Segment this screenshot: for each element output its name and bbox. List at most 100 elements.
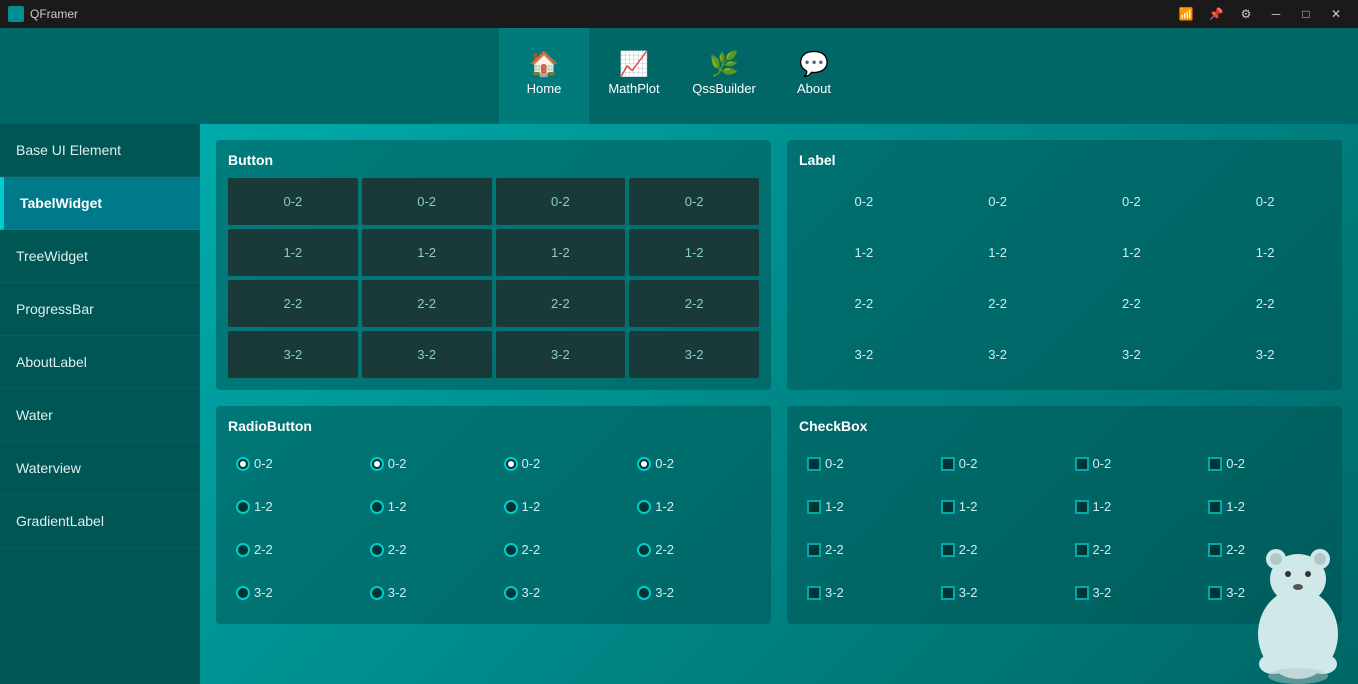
radio-button-item[interactable]: 2-2 (362, 530, 492, 569)
checkbox-box-icon (1075, 543, 1089, 557)
checkbox-item[interactable]: 2-2 (1067, 530, 1197, 569)
sidebar-item-gradientlabel[interactable]: GradientLabel (0, 495, 200, 548)
radio-button-item[interactable]: 2-2 (629, 530, 759, 569)
wifi-icon[interactable]: 📶 (1172, 4, 1200, 24)
checkbox-box-icon (1208, 586, 1222, 600)
minimize-button[interactable]: ─ (1262, 4, 1290, 24)
radio-circle-icon (504, 457, 518, 471)
radio-button-item[interactable]: 3-2 (496, 573, 626, 612)
radio-button-item[interactable]: 0-2 (629, 444, 759, 483)
button-grid: 0-20-20-20-21-21-21-21-22-22-22-22-23-23… (228, 178, 759, 378)
list-item: 1-2 (1200, 229, 1330, 276)
radio-button-item[interactable]: 3-2 (629, 573, 759, 612)
radio-button-item[interactable]: 0-2 (228, 444, 358, 483)
radio-button-item[interactable]: 1-2 (496, 487, 626, 526)
list-item: 2-2 (1067, 280, 1197, 327)
sidebar-item-waterview[interactable]: Waterview (0, 442, 200, 495)
radio-label: 2-2 (254, 542, 273, 557)
table-row[interactable]: 2-2 (362, 280, 492, 327)
table-row[interactable]: 3-2 (362, 331, 492, 378)
close-button[interactable]: ✕ (1322, 4, 1350, 24)
radio-button-item[interactable]: 3-2 (362, 573, 492, 612)
checkbox-item[interactable]: 0-2 (1067, 444, 1197, 483)
toolbar-about-label: About (797, 81, 831, 96)
sidebar-item-tabelwidget[interactable]: TabelWidget (0, 177, 200, 230)
radio-button-item[interactable]: 1-2 (362, 487, 492, 526)
list-item: 3-2 (933, 331, 1063, 378)
checkbox-item[interactable]: 3-2 (933, 573, 1063, 612)
checkbox-section-title: CheckBox (799, 418, 1330, 434)
radio-label: 1-2 (522, 499, 541, 514)
checkbox-item[interactable]: 0-2 (799, 444, 929, 483)
table-row[interactable]: 2-2 (496, 280, 626, 327)
table-row[interactable]: 2-2 (629, 280, 759, 327)
radio-circle-icon (637, 457, 651, 471)
sidebar-item-progressbar[interactable]: ProgressBar (0, 283, 200, 336)
toolbar-home-label: Home (527, 81, 562, 96)
checkbox-label: 0-2 (1226, 456, 1245, 471)
table-row[interactable]: 1-2 (496, 229, 626, 276)
checkbox-item[interactable]: 0-2 (933, 444, 1063, 483)
radio-button-item[interactable]: 1-2 (228, 487, 358, 526)
toolbar-home[interactable]: 🏠 Home (499, 28, 589, 124)
toolbar-mathplot[interactable]: 📈 MathPlot (589, 28, 679, 124)
label-section: Label 0-20-20-20-21-21-21-21-22-22-22-22… (787, 140, 1342, 390)
checkbox-item[interactable]: 3-2 (1067, 573, 1197, 612)
checkbox-box-icon (1075, 457, 1089, 471)
table-row[interactable]: 0-2 (362, 178, 492, 225)
checkbox-box-icon (1208, 543, 1222, 557)
toolbar-qssbuilder[interactable]: 🌿 QssBuilder (679, 28, 769, 124)
table-row[interactable]: 3-2 (496, 331, 626, 378)
checkbox-item[interactable]: 1-2 (933, 487, 1063, 526)
checkbox-item[interactable]: 2-2 (799, 530, 929, 569)
radio-button-item[interactable]: 1-2 (629, 487, 759, 526)
titlebar-title: QFramer (30, 7, 78, 21)
radio-button-item[interactable]: 0-2 (362, 444, 492, 483)
radio-button-item[interactable]: 0-2 (496, 444, 626, 483)
checkbox-item[interactable]: 1-2 (1067, 487, 1197, 526)
table-row[interactable]: 2-2 (228, 280, 358, 327)
checkbox-label: 2-2 (959, 542, 978, 557)
sidebar-item-base-ui[interactable]: Base UI Element (0, 124, 200, 177)
table-row[interactable]: 0-2 (228, 178, 358, 225)
table-row[interactable]: 3-2 (228, 331, 358, 378)
maximize-button[interactable]: □ (1292, 4, 1320, 24)
settings-icon[interactable]: ⚙ (1232, 4, 1260, 24)
bear-decoration (1238, 484, 1358, 684)
radio-label: 3-2 (522, 585, 541, 600)
button-section: Button 0-20-20-20-21-21-21-21-22-22-22-2… (216, 140, 771, 390)
checkbox-box-icon (807, 586, 821, 600)
radio-circle-icon (370, 543, 384, 557)
sidebar-item-treewidget[interactable]: TreeWidget (0, 230, 200, 283)
table-row[interactable]: 3-2 (629, 331, 759, 378)
thumbtack-icon[interactable]: 📌 (1202, 4, 1230, 24)
toolbar: 🏠 Home 📈 MathPlot 🌿 QssBuilder 💬 About (0, 28, 1358, 124)
table-row[interactable]: 1-2 (362, 229, 492, 276)
table-row[interactable]: 0-2 (629, 178, 759, 225)
list-item: 2-2 (1200, 280, 1330, 327)
sidebar-item-water[interactable]: Water (0, 389, 200, 442)
toolbar-qssbuilder-label: QssBuilder (692, 81, 756, 96)
checkbox-item[interactable]: 2-2 (933, 530, 1063, 569)
radio-button-item[interactable]: 3-2 (228, 573, 358, 612)
table-row[interactable]: 1-2 (629, 229, 759, 276)
checkbox-box-icon (941, 586, 955, 600)
checkbox-item[interactable]: 3-2 (799, 573, 929, 612)
radio-label: 0-2 (655, 456, 674, 471)
checkbox-item[interactable]: 1-2 (799, 487, 929, 526)
table-row[interactable]: 1-2 (228, 229, 358, 276)
list-item: 0-2 (799, 178, 929, 225)
toolbar-mathplot-label: MathPlot (608, 81, 659, 96)
radio-circle-icon (504, 500, 518, 514)
radio-circle-icon (236, 586, 250, 600)
checkbox-item[interactable]: 0-2 (1200, 444, 1330, 483)
list-item: 1-2 (799, 229, 929, 276)
radio-button-item[interactable]: 2-2 (228, 530, 358, 569)
table-row[interactable]: 0-2 (496, 178, 626, 225)
titlebar-controls: 📶 📌 ⚙ ─ □ ✕ (1172, 4, 1350, 24)
mathplot-icon: 📈 (619, 53, 649, 77)
sidebar-item-aboutlabel[interactable]: AboutLabel (0, 336, 200, 389)
radio-button-item[interactable]: 2-2 (496, 530, 626, 569)
checkbox-box-icon (1208, 500, 1222, 514)
toolbar-about[interactable]: 💬 About (769, 28, 859, 124)
